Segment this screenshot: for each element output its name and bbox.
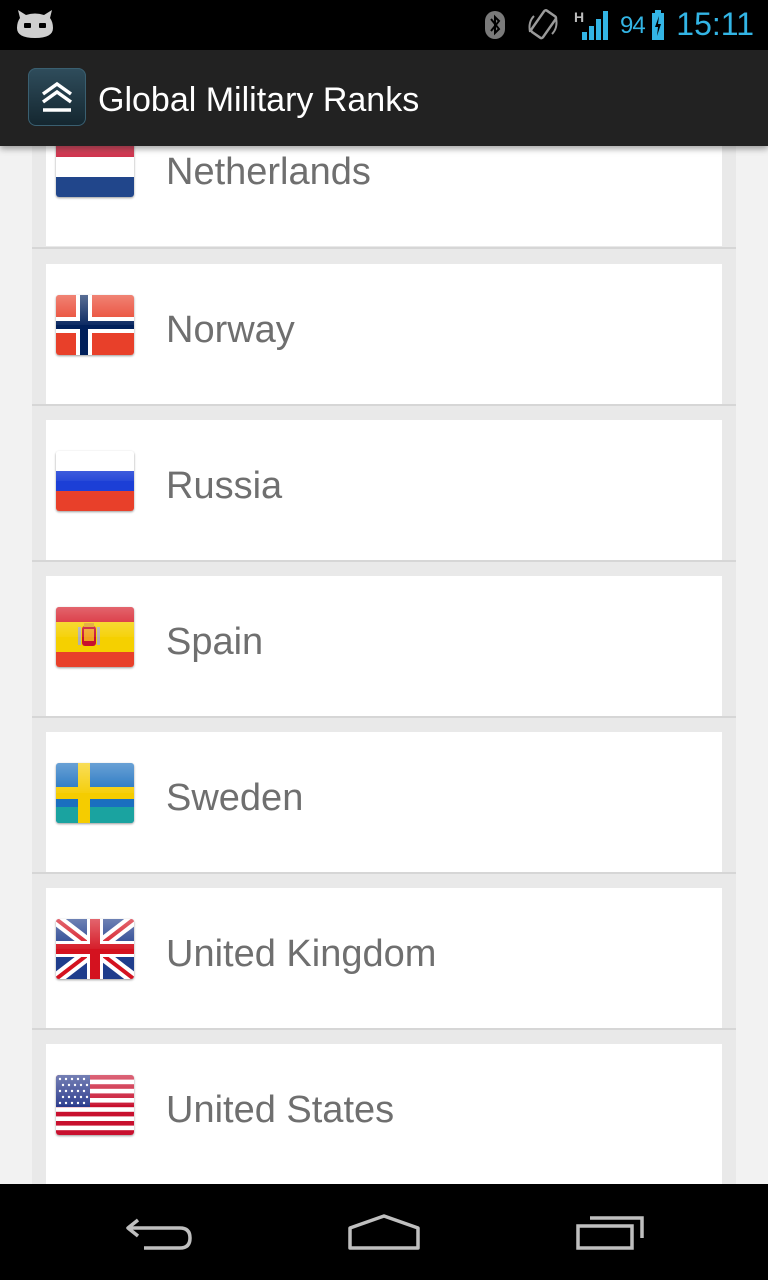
list-item-russia[interactable]: Russia [46, 420, 722, 560]
divider [32, 1028, 736, 1030]
battery-charging-icon [652, 10, 664, 45]
chevron-rank-icon[interactable] [28, 68, 86, 126]
divider [32, 560, 736, 562]
norway-flag-icon [56, 295, 134, 355]
list-item-norway[interactable]: Norway [46, 264, 722, 404]
divider [32, 872, 736, 874]
back-button[interactable] [84, 1184, 234, 1280]
action-bar: Global Military Ranks [0, 50, 768, 146]
country-name: Sweden [166, 777, 304, 819]
auto-rotate-icon [526, 8, 560, 47]
usa-flag-icon [56, 1075, 134, 1135]
list-item-spain[interactable]: Spain [46, 576, 722, 716]
bluetooth-icon [484, 10, 506, 45]
recent-apps-button[interactable] [535, 1184, 685, 1280]
back-icon [126, 1218, 192, 1250]
country-name: Netherlands [166, 151, 371, 193]
country-name: United Kingdom [166, 933, 437, 975]
list-item-netherlands[interactable]: Netherlands [46, 146, 722, 246]
cyanogenmod-icon [16, 8, 54, 45]
home-button[interactable] [309, 1184, 459, 1280]
spain-flag-icon [56, 607, 134, 667]
divider [32, 404, 736, 406]
recent-apps-icon [576, 1216, 644, 1250]
signal-strength-icon: H [574, 8, 612, 47]
page-title: Global Military Ranks [98, 81, 420, 119]
navigation-bar [0, 1184, 768, 1280]
status-bar: H 94 15:11 [0, 0, 768, 50]
list-item-sweden[interactable]: Sweden [46, 732, 722, 872]
divider [32, 247, 736, 249]
country-list[interactable]: Netherlands Norway Russia Spain Sweden U… [0, 146, 768, 1184]
battery-percent: 94 [620, 12, 646, 39]
list-item-united-kingdom[interactable]: United Kingdom [46, 888, 722, 1028]
country-name: Russia [166, 465, 283, 507]
divider [32, 716, 736, 718]
russia-flag-icon [56, 451, 134, 511]
country-name: Norway [166, 309, 295, 351]
netherlands-flag-icon [56, 146, 134, 197]
list-item-united-states[interactable]: United States [46, 1044, 722, 1184]
uk-flag-icon [56, 919, 134, 979]
country-name: United States [166, 1089, 395, 1131]
status-clock: 15:11 [676, 6, 754, 42]
sweden-flag-icon [56, 763, 134, 823]
network-type-text: H [574, 9, 584, 25]
home-icon [348, 1214, 420, 1250]
country-name: Spain [166, 621, 264, 663]
